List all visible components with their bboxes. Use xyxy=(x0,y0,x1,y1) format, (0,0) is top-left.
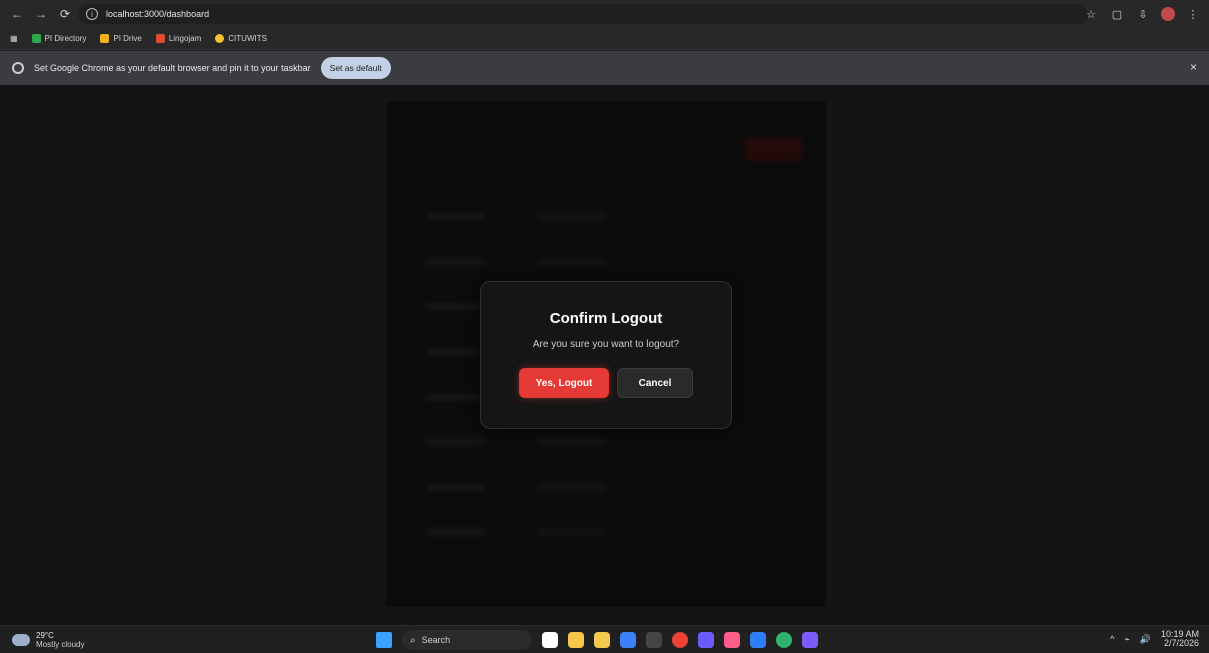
edge-icon[interactable] xyxy=(776,632,792,648)
search-icon: ⌕ xyxy=(410,634,416,646)
dialog-title: Confirm Logout xyxy=(549,310,663,327)
search-placeholder: Search xyxy=(421,635,451,645)
bookmark-cituwits[interactable]: CITUWITS xyxy=(215,34,267,43)
set-as-default-button[interactable]: Set as default xyxy=(320,57,391,79)
url-text: localhost:3000/dashboard xyxy=(106,9,210,19)
cancel-button[interactable]: Cancel xyxy=(617,368,693,398)
bookmark-label: PI Drive xyxy=(113,34,142,43)
windows-taskbar: 29°C Mostly cloudy ⌕ Search ^ ⌁ 🔊 10:19 … xyxy=(0,625,1209,653)
bookmark-label: PI Directory xyxy=(44,34,87,43)
weather-desc: Mostly cloudy xyxy=(36,640,85,649)
screen: ← → ⟳ i localhost:3000/dashboard ☆ ▢ ⇩ ⋮… xyxy=(0,0,1209,653)
bookmark-icon xyxy=(31,34,41,43)
network-icon[interactable]: ⌁ xyxy=(1124,634,1129,645)
confirm-logout-button[interactable]: Yes, Logout xyxy=(519,368,609,398)
download-icon[interactable]: ⇩ xyxy=(1135,8,1151,21)
reload-icon[interactable]: ⟳ xyxy=(56,5,74,23)
bookmark-pi-drive[interactable]: PI Drive xyxy=(100,34,142,43)
menu-icon[interactable]: ⋮ xyxy=(1185,8,1201,21)
close-icon[interactable]: × xyxy=(1190,60,1197,74)
star-icon[interactable]: ☆ xyxy=(1083,8,1099,21)
chevron-up-icon[interactable]: ^ xyxy=(1110,634,1114,644)
infobar-message: Set Google Chrome as your default browse… xyxy=(34,63,311,73)
drive-icon xyxy=(100,34,110,43)
chrome-taskbar-icon[interactable] xyxy=(672,632,688,648)
system-tray: ^ ⌁ 🔊 10:19 AM 2/7/2026 xyxy=(1110,630,1199,648)
taskbar-center: ⌕ Search xyxy=(376,630,818,650)
terminal-icon[interactable] xyxy=(646,632,662,648)
bookmarks-bar: ▦ PI Directory PI Drive Lingojam CITUWIT… xyxy=(0,28,1209,50)
dialog-actions: Yes, Logout Cancel xyxy=(481,368,731,398)
app-icon[interactable] xyxy=(802,632,818,648)
extensions-icon[interactable]: ▢ xyxy=(1109,8,1125,21)
weather-temp: 29°C xyxy=(36,631,54,640)
browser-toolbar: ← → ⟳ i localhost:3000/dashboard ☆ ▢ ⇩ ⋮ xyxy=(0,0,1209,28)
windows-start-icon[interactable] xyxy=(376,632,392,648)
volume-icon[interactable]: 🔊 xyxy=(1140,634,1151,645)
widgets-icon[interactable] xyxy=(568,632,584,648)
bookmark-label: CITUWITS xyxy=(228,34,267,43)
default-browser-infobar: Set Google Chrome as your default browse… xyxy=(0,51,1209,85)
site-info-icon[interactable]: i xyxy=(86,8,98,20)
vscode-icon[interactable] xyxy=(750,632,766,648)
task-view-icon[interactable] xyxy=(542,632,558,648)
bookmark-lingojam[interactable]: Lingojam xyxy=(155,34,202,43)
browser-right-tools: ☆ ▢ ⇩ ⋮ xyxy=(1083,4,1201,24)
date-text: 2/7/2026 xyxy=(1163,638,1199,648)
file-explorer-icon[interactable] xyxy=(594,632,610,648)
taskbar-search[interactable]: ⌕ Search xyxy=(402,630,532,650)
app-icon[interactable] xyxy=(724,632,740,648)
back-icon[interactable]: ← xyxy=(8,5,26,23)
address-bar[interactable]: i localhost:3000/dashboard xyxy=(78,4,1088,24)
chrome-icon xyxy=(12,62,24,74)
forward-icon[interactable]: → xyxy=(32,5,50,23)
profile-avatar[interactable] xyxy=(1161,7,1175,21)
bookmark-icon xyxy=(155,34,165,43)
confirm-logout-dialog: Confirm Logout Are you sure you want to … xyxy=(480,281,732,429)
bookmark-label: Lingojam xyxy=(168,34,202,43)
clock[interactable]: 10:19 AM 2/7/2026 xyxy=(1161,630,1199,648)
cloud-icon xyxy=(12,634,30,646)
weather-text: 29°C Mostly cloudy xyxy=(36,631,84,649)
apps-grid-icon[interactable]: ▦ xyxy=(10,34,18,43)
weather-widget[interactable]: 29°C Mostly cloudy xyxy=(12,631,84,649)
teams-icon[interactable] xyxy=(698,632,714,648)
store-icon[interactable] xyxy=(620,632,636,648)
bookmark-pi-directory[interactable]: PI Directory xyxy=(31,34,87,43)
dialog-message: Are you sure you want to logout? xyxy=(532,339,680,350)
bookmark-icon xyxy=(215,34,225,43)
